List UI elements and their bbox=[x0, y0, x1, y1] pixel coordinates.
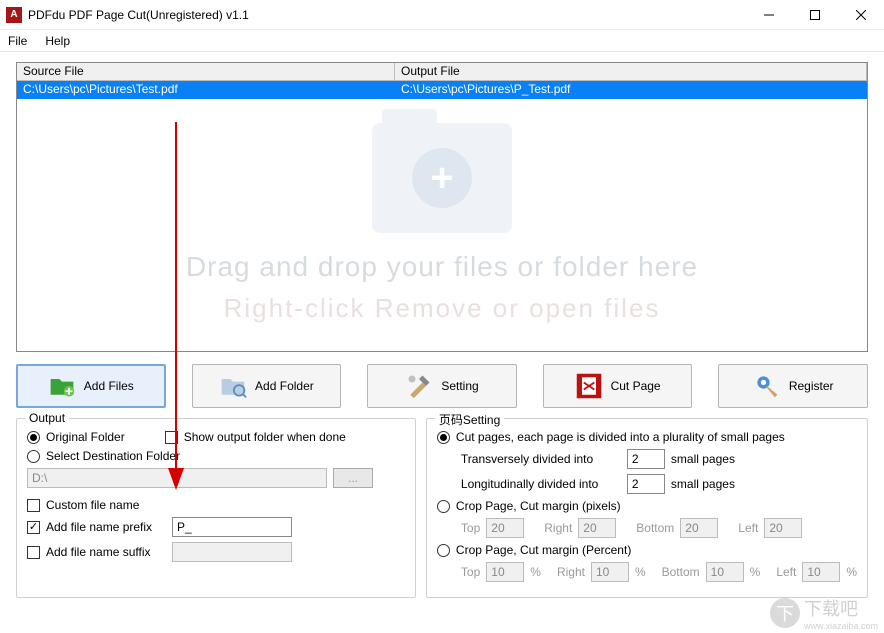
original-folder-radio[interactable] bbox=[27, 431, 40, 444]
longitudinal-input[interactable] bbox=[627, 474, 665, 494]
pc-right-input[interactable] bbox=[591, 562, 629, 582]
cut-page-icon bbox=[575, 372, 603, 400]
col-output[interactable]: Output File bbox=[395, 63, 867, 80]
cut-page-label: Cut Page bbox=[611, 379, 661, 393]
menu-help[interactable]: Help bbox=[45, 34, 70, 48]
file-list[interactable]: Source File Output File C:\Users\pc\Pict… bbox=[16, 62, 868, 352]
close-button[interactable] bbox=[838, 0, 884, 30]
watermark-text: 下载吧 bbox=[804, 595, 878, 621]
prefix-label: Add file name prefix bbox=[46, 520, 166, 534]
pc-right-label: Right bbox=[557, 565, 585, 579]
prefix-checkbox[interactable] bbox=[27, 521, 40, 534]
add-files-label: Add Files bbox=[84, 379, 134, 393]
minimize-button[interactable] bbox=[746, 0, 792, 30]
register-icon bbox=[753, 372, 781, 400]
px-right-label: Right bbox=[544, 521, 572, 535]
show-output-checkbox[interactable] bbox=[165, 431, 178, 444]
transverse-input[interactable] bbox=[627, 449, 665, 469]
toolbar: Add Files Add Folder Setting Cut Page Re… bbox=[16, 364, 868, 408]
crop-pixels-radio[interactable] bbox=[437, 500, 450, 513]
original-folder-label: Original Folder bbox=[46, 430, 125, 444]
register-button[interactable]: Register bbox=[718, 364, 868, 408]
pc-bottom-input[interactable] bbox=[706, 562, 744, 582]
watermark-sub: www.xiazaiba.com bbox=[804, 621, 878, 631]
setting-label: Setting bbox=[441, 379, 478, 393]
file-list-header: Source File Output File bbox=[17, 63, 867, 81]
suffix-input[interactable] bbox=[172, 542, 292, 562]
add-files-button[interactable]: Add Files bbox=[16, 364, 166, 408]
px-top-label: Top bbox=[461, 521, 480, 535]
app-icon: A bbox=[6, 7, 22, 23]
pct-2: % bbox=[635, 565, 646, 579]
dest-path-input[interactable] bbox=[27, 468, 327, 488]
px-left-label: Left bbox=[738, 521, 758, 535]
pct-1: % bbox=[530, 565, 541, 579]
show-output-label: Show output folder when done bbox=[184, 430, 346, 444]
suffix-checkbox[interactable] bbox=[27, 546, 40, 559]
cut-page-button[interactable]: Cut Page bbox=[543, 364, 693, 408]
suffix-label: Add file name suffix bbox=[46, 545, 166, 559]
select-dest-label: Select Destination Folder bbox=[46, 449, 180, 463]
prefix-input[interactable] bbox=[172, 517, 292, 537]
add-folder-icon bbox=[219, 372, 247, 400]
titlebar: A PDFdu PDF Page Cut(Unregistered) v1.1 bbox=[0, 0, 884, 30]
pc-top-input[interactable] bbox=[486, 562, 524, 582]
add-folder-label: Add Folder bbox=[255, 379, 314, 393]
menubar: File Help bbox=[0, 30, 884, 52]
cell-output: C:\Users\pc\Pictures\P_Test.pdf bbox=[395, 81, 867, 99]
drop-line1: Drag and drop your files or folder here bbox=[17, 251, 867, 283]
pc-top-label: Top bbox=[461, 565, 480, 579]
transverse-label: Transversely divided into bbox=[461, 452, 621, 466]
browse-button[interactable]: ... bbox=[333, 468, 373, 488]
output-legend: Output bbox=[25, 411, 69, 425]
setting-button[interactable]: Setting bbox=[367, 364, 517, 408]
drop-line2: Right-click Remove or open files bbox=[17, 293, 867, 324]
add-files-icon bbox=[48, 372, 76, 400]
add-folder-button[interactable]: Add Folder bbox=[192, 364, 342, 408]
page-legend: 页码Setting bbox=[435, 411, 504, 428]
custom-name-checkbox[interactable] bbox=[27, 499, 40, 512]
small-pages-label-1: small pages bbox=[671, 452, 735, 466]
drop-hint: + Drag and drop your files or folder her… bbox=[17, 123, 867, 324]
px-top-input[interactable] bbox=[486, 518, 524, 538]
cut-pages-radio[interactable] bbox=[437, 431, 450, 444]
px-bottom-input[interactable] bbox=[680, 518, 718, 538]
pct-3: % bbox=[750, 565, 761, 579]
custom-name-label: Custom file name bbox=[46, 498, 139, 512]
maximize-button[interactable] bbox=[792, 0, 838, 30]
pc-bottom-label: Bottom bbox=[662, 565, 700, 579]
longitudinal-label: Longitudinally divided into bbox=[461, 477, 621, 491]
pc-left-input[interactable] bbox=[802, 562, 840, 582]
pc-left-label: Left bbox=[776, 565, 796, 579]
px-bottom-label: Bottom bbox=[636, 521, 674, 535]
watermark: 下 下载吧 www.xiazaiba.com bbox=[770, 595, 878, 631]
px-left-input[interactable] bbox=[764, 518, 802, 538]
small-pages-label-2: small pages bbox=[671, 477, 735, 491]
setting-icon bbox=[405, 372, 433, 400]
pct-4: % bbox=[846, 565, 857, 579]
crop-percent-radio[interactable] bbox=[437, 544, 450, 557]
page-setting-group: 页码Setting Cut pages, each page is divide… bbox=[426, 418, 868, 598]
file-row[interactable]: C:\Users\pc\Pictures\Test.pdf C:\Users\p… bbox=[17, 81, 867, 99]
col-source[interactable]: Source File bbox=[17, 63, 395, 80]
watermark-icon: 下 bbox=[770, 598, 800, 628]
register-label: Register bbox=[789, 379, 834, 393]
folder-plus-icon: + bbox=[372, 123, 512, 233]
window-title: PDFdu PDF Page Cut(Unregistered) v1.1 bbox=[28, 8, 746, 22]
crop-percent-label: Crop Page, Cut margin (Percent) bbox=[456, 543, 631, 557]
select-dest-radio[interactable] bbox=[27, 450, 40, 463]
cut-pages-label: Cut pages, each page is divided into a p… bbox=[456, 430, 785, 444]
px-right-input[interactable] bbox=[578, 518, 616, 538]
output-group: Output Original Folder Show output folde… bbox=[16, 418, 416, 598]
crop-pixels-label: Crop Page, Cut margin (pixels) bbox=[456, 499, 621, 513]
menu-file[interactable]: File bbox=[8, 34, 27, 48]
cell-source: C:\Users\pc\Pictures\Test.pdf bbox=[17, 81, 395, 99]
